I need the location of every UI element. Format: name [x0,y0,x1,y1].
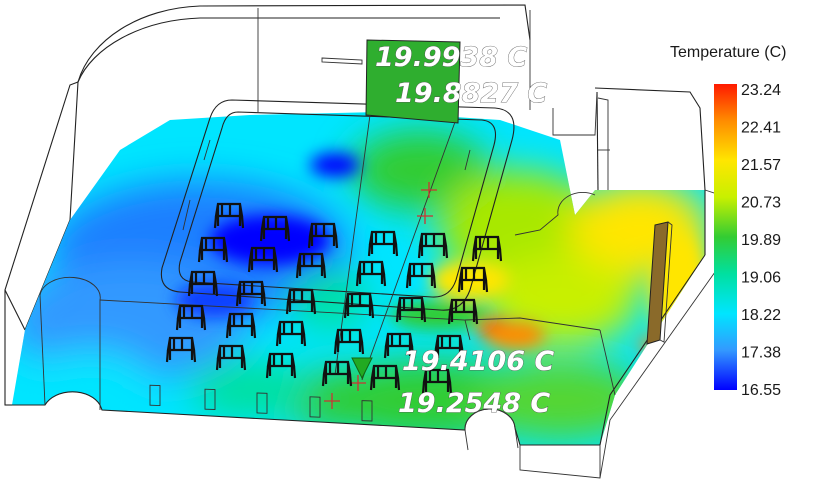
probe-label-top-1: 19.9938 C [375,42,527,73]
legend-tick-label: 19.06 [741,270,781,287]
legend-tick-label: 21.57 [741,157,781,174]
legend-tick-label: 20.73 [741,195,781,212]
legend-title: Temperature (C) [670,44,786,61]
probe-label-bottom-1: 19.4106 C [402,346,554,377]
legend-tick-label: 22.41 [741,120,781,137]
legend-tick-label: 18.22 [741,307,781,324]
legend-ticks: 23.24 22.41 21.57 20.73 19.89 19.06 18.22 17.38… [741,82,781,399]
thermal-simulation-view: 19.9938 C 19.8827 C 19.4106 C 19.2548 C … [4,4,786,479]
legend-tick-label: 23.24 [741,82,781,99]
legend-tick-label: 16.55 [741,382,781,399]
probe-label-bottom-2: 19.2548 C [398,388,550,419]
probe-label-top-2: 19.8827 C [395,78,547,109]
legend-tick-label: 17.38 [741,345,781,362]
legend-color-bar [714,84,737,390]
legend-tick-label: 19.89 [741,232,781,249]
